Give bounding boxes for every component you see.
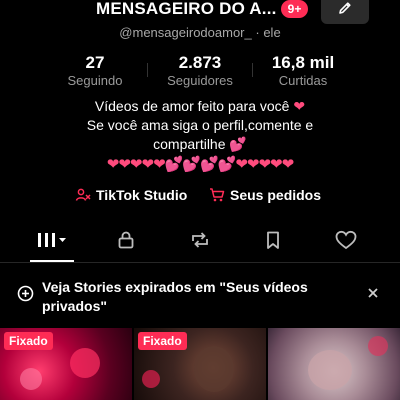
bio-line-3: compartilhe 💕 xyxy=(0,135,400,154)
tiktok-studio-link[interactable]: TikTok Studio xyxy=(75,187,187,203)
profile-links: TikTok Studio Seus pedidos xyxy=(0,187,400,207)
profile-tabs xyxy=(0,223,400,263)
video-grid: Fixado Fixado xyxy=(0,328,400,400)
profile-username: MENSAGEIRO DO A... xyxy=(96,0,277,18)
sparkle-heart-emoji: 💕 xyxy=(229,136,247,152)
expired-stories-banner[interactable]: Veja Stories expirados em "Seus vídeos p… xyxy=(0,270,400,320)
stat-divider xyxy=(147,63,148,77)
stat-likes-label: Curtidas xyxy=(278,73,328,88)
bio-line-1: Vídeos de amor feito para você ❤ xyxy=(0,97,400,116)
tiktok-studio-label: TikTok Studio xyxy=(96,187,188,203)
thumbnail-decoration xyxy=(368,336,388,356)
pencil-icon xyxy=(339,2,351,14)
tab-videos[interactable] xyxy=(32,227,72,253)
tab-reposts[interactable] xyxy=(180,227,220,253)
heart-outline-icon xyxy=(335,230,357,250)
video-thumbnail[interactable]: Fixado xyxy=(0,328,132,400)
tab-private[interactable] xyxy=(106,227,146,253)
profile-handle-line: @mensageirodoamor_ · ele xyxy=(0,25,400,40)
orders-label: Seus pedidos xyxy=(230,187,322,203)
profile-handle[interactable]: @mensageirodoamor_ xyxy=(119,25,251,40)
stat-followers[interactable]: 2.873 Seguidores xyxy=(155,53,245,89)
video-thumbnail[interactable]: Fixado xyxy=(134,328,266,400)
bookmark-icon xyxy=(267,231,279,249)
stat-following-label: Seguindo xyxy=(67,73,123,88)
stat-followers-value: 2.873 xyxy=(178,53,222,72)
repost-icon xyxy=(192,232,208,248)
shopping-cart-icon xyxy=(210,188,225,202)
bio-line-1-text: Vídeos de amor feito para você xyxy=(94,98,290,114)
thumbnail-decoration xyxy=(142,370,160,388)
edit-profile-button[interactable] xyxy=(321,0,369,24)
profile-stats: 27 Seguindo 2.873 Seguidores 16,8 mil Cu… xyxy=(0,53,400,89)
thumbnail-decoration xyxy=(70,348,100,378)
pinned-badge: Fixado xyxy=(4,332,53,350)
tab-liked[interactable] xyxy=(326,227,366,253)
expired-stories-text: Veja Stories expirados em "Seus vídeos p… xyxy=(42,279,308,314)
stat-followers-label: Seguidores xyxy=(167,73,233,88)
lock-icon xyxy=(118,231,134,249)
thumbnail-decoration xyxy=(20,368,42,390)
profile-pronoun: ele xyxy=(263,25,281,40)
thumbnail-decoration xyxy=(194,346,234,392)
bio-line-2: Se você ama siga o perfil,comente e xyxy=(86,117,314,133)
add-story-icon xyxy=(17,285,34,302)
bio-hearts-row: ❤❤❤❤❤💕💕💕💕❤❤❤❤❤ xyxy=(106,156,294,173)
tab-saved[interactable] xyxy=(253,227,293,253)
handle-separator: · xyxy=(255,25,260,40)
bio-line-3-text: compartilhe xyxy=(153,136,226,152)
profile-header: MENSAGEIRO DO A... 9+ xyxy=(0,0,400,24)
stat-following[interactable]: 27 Seguindo xyxy=(50,53,140,89)
stat-likes-value: 16,8 mil xyxy=(271,53,335,72)
video-thumbnail[interactable] xyxy=(268,328,400,400)
stat-following-value: 27 xyxy=(85,53,105,72)
orders-link[interactable]: Seus pedidos xyxy=(209,187,321,203)
profile-bio: Vídeos de amor feito para você ❤ Se você… xyxy=(0,97,400,154)
grid-videos-icon xyxy=(38,233,66,247)
heart-emoji: ❤ xyxy=(293,98,306,114)
stat-likes[interactable]: 16,8 mil Curtidas xyxy=(258,53,348,89)
tabs-divider xyxy=(0,262,400,263)
notification-badge[interactable]: 9+ xyxy=(281,0,308,18)
pinned-badge: Fixado xyxy=(138,332,187,350)
close-icon[interactable] xyxy=(366,286,380,300)
thumbnail-decoration xyxy=(308,350,352,390)
stat-divider xyxy=(252,63,253,77)
studio-person-icon xyxy=(75,188,91,201)
